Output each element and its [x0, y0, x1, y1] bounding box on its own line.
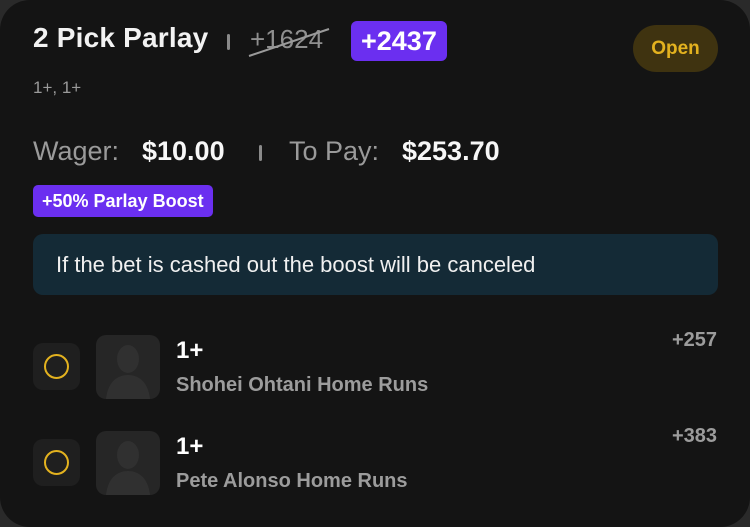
- player-silhouette-icon: [96, 431, 160, 495]
- status-badge: Open: [633, 25, 718, 72]
- bet-subtitle: 1+, 1+: [33, 78, 82, 97]
- to-pay-label: To Pay:: [289, 136, 380, 166]
- title-divider: [227, 34, 230, 50]
- pending-circle-icon: [44, 354, 69, 379]
- wager-divider: [259, 145, 262, 161]
- boosted-odds-badge: +2437: [351, 21, 447, 61]
- bet-title: 2 Pick Parlay: [33, 22, 209, 53]
- bet-card[interactable]: 2 Pick Parlay +1624 +2437 Open 1+, 1+ Wa…: [0, 0, 750, 527]
- boost-notice: If the bet is cashed out the boost will …: [33, 234, 718, 295]
- pick-status-indicator: [33, 439, 80, 486]
- pending-circle-icon: [44, 450, 69, 475]
- pick-line: 1+: [176, 337, 204, 364]
- pick-odds: +383: [671, 425, 717, 447]
- player-silhouette-icon: [96, 335, 160, 399]
- wager-label: Wager:: [33, 136, 120, 166]
- strikethrough-line: [248, 28, 330, 57]
- pick-line: 1+: [176, 433, 204, 460]
- pick-market: Pete Alonso Home Runs: [176, 470, 408, 492]
- list-item[interactable]: 1+ Shohei Ohtani Home Runs +257: [0, 329, 750, 415]
- pick-status-indicator: [33, 343, 80, 390]
- to-pay-value: $253.70: [402, 136, 500, 166]
- pick-odds: +257: [671, 329, 717, 351]
- pick-market: Shohei Ohtani Home Runs: [176, 374, 429, 396]
- parlay-boost-badge: +50% Parlay Boost: [33, 185, 213, 217]
- wager-value: $10.00: [142, 136, 225, 166]
- list-item[interactable]: 1+ Pete Alonso Home Runs +383: [0, 425, 750, 511]
